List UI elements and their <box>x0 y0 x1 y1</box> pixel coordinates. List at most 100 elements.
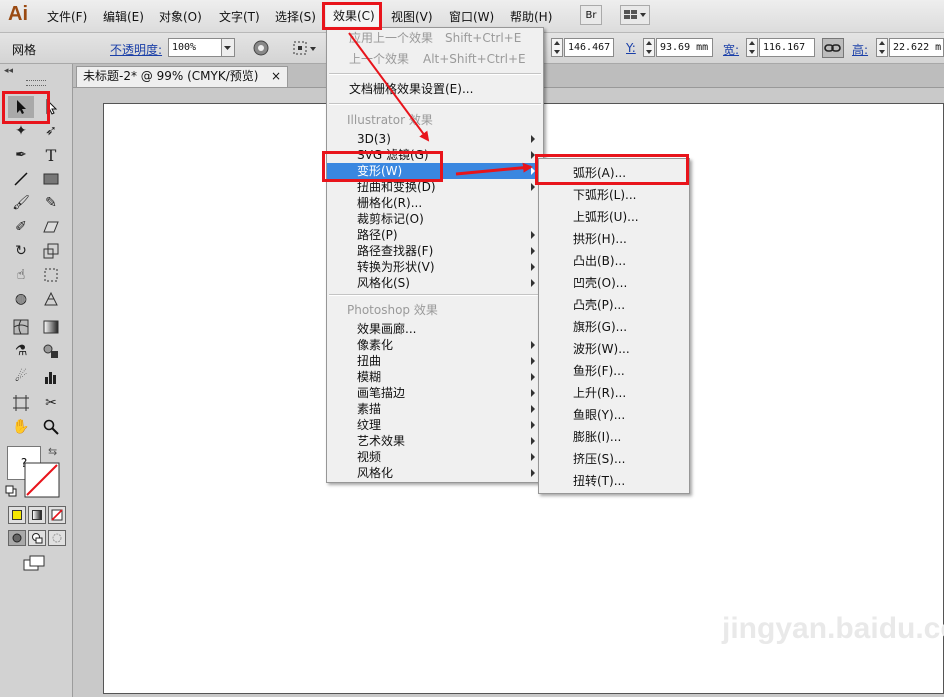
draw-inside-button[interactable] <box>48 530 66 546</box>
menu-view[interactable]: 视图(V) <box>391 8 433 25</box>
slice-tool[interactable]: ✂ <box>38 392 64 414</box>
menu-item-pathfinder[interactable]: 路径查找器(F) <box>327 243 543 259</box>
warp-item-twist[interactable]: 扭转(T)... <box>539 470 689 492</box>
warp-item-flag[interactable]: 旗形(G)... <box>539 316 689 338</box>
document-tab[interactable]: 未标题-2* @ 99% (CMYK/预览) × <box>76 66 288 87</box>
artboard-tool[interactable] <box>8 392 34 414</box>
stroke-swatch[interactable] <box>24 462 60 498</box>
menu-item-convert-to-shape[interactable]: 转换为形状(V) <box>327 259 543 275</box>
default-colors-icon[interactable] <box>5 485 17 497</box>
width-input[interactable]: 116.167 <box>759 38 815 57</box>
swap-colors-icon[interactable]: ⇆ <box>48 445 57 458</box>
line-segment-tool[interactable] <box>8 168 34 190</box>
warp-item-shell-lower[interactable]: 凹壳(O)... <box>539 272 689 294</box>
zoom-tool[interactable] <box>38 416 64 438</box>
toolbox: ◂◂ ✦ ➶ ✒ T 🖌 ✎ ✐ ↻ ☝ ◍ ⚗ ☄ ✂ ✋ ? ⇆ <box>0 64 73 697</box>
none-mode-button[interactable] <box>48 506 66 524</box>
collapse-panel-icon[interactable]: ◂◂ <box>4 66 13 76</box>
menu-item-crop-marks[interactable]: 裁剪标记(O) <box>327 211 543 227</box>
menu-separator <box>329 294 541 296</box>
draw-normal-button[interactable] <box>8 530 26 546</box>
width-label[interactable]: 宽: <box>723 41 739 58</box>
warp-item-rise[interactable]: 上升(R)... <box>539 382 689 404</box>
x-input[interactable]: 146.467 <box>564 38 614 57</box>
menu-help[interactable]: 帮助(H) <box>510 8 552 25</box>
menu-item-distort[interactable]: 扭曲 <box>327 353 543 369</box>
close-icon[interactable]: × <box>271 67 281 86</box>
rectangle-tool[interactable] <box>38 168 64 190</box>
menu-object[interactable]: 对象(O) <box>159 8 202 25</box>
column-graph-tool[interactable] <box>38 366 64 388</box>
warp-item-bulge[interactable]: 凸出(B)... <box>539 250 689 272</box>
free-transform-tool[interactable] <box>38 264 64 286</box>
hand-tool[interactable]: ✋ <box>8 416 34 438</box>
menu-item-rasterize[interactable]: 栅格化(R)... <box>327 195 543 211</box>
draw-behind-button[interactable] <box>28 530 46 546</box>
paintbrush-tool[interactable]: 🖌 <box>8 192 34 214</box>
reference-point-icon[interactable] <box>292 39 318 57</box>
menu-window[interactable]: 窗口(W) <box>449 8 494 25</box>
opacity-dropdown-button[interactable] <box>221 38 235 57</box>
warp-submenu: 弧形(A)... 下弧形(L)... 上弧形(U)... 拱形(H)... 凸出… <box>538 158 690 494</box>
arrange-documents-button[interactable] <box>620 5 650 25</box>
menu-item-3d[interactable]: 3D(3) <box>327 131 543 147</box>
menu-select[interactable]: 选择(S) <box>275 8 316 25</box>
change-screen-mode-icon[interactable] <box>23 554 47 572</box>
y-label[interactable]: Y: <box>626 41 636 55</box>
opacity-label[interactable]: 不透明度: <box>110 41 162 58</box>
menu-item-texture[interactable]: 纹理 <box>327 417 543 433</box>
scale-tool[interactable] <box>38 240 64 262</box>
menu-item-brush-strokes[interactable]: 画笔描边 <box>327 385 543 401</box>
perspective-grid-tool[interactable] <box>38 288 64 310</box>
pen-tool[interactable]: ✒ <box>8 144 34 166</box>
blend-tool[interactable] <box>38 340 64 362</box>
blob-brush-tool[interactable]: ✐ <box>8 216 34 238</box>
symbol-sprayer-tool[interactable]: ☄ <box>8 366 34 388</box>
menu-item-pixelate[interactable]: 像素化 <box>327 337 543 353</box>
warp-item-squeeze[interactable]: 挤压(S)... <box>539 448 689 470</box>
warp-item-fisheye[interactable]: 鱼眼(Y)... <box>539 404 689 426</box>
warp-tool[interactable]: ☝ <box>8 264 34 286</box>
bridge-button[interactable]: Br <box>580 5 602 25</box>
color-mode-button[interactable] <box>8 506 26 524</box>
rotate-tool[interactable]: ↻ <box>8 240 34 262</box>
x-stepper[interactable] <box>551 38 563 57</box>
gradient-mode-button[interactable] <box>28 506 46 524</box>
recolor-artwork-icon[interactable] <box>252 39 270 57</box>
eraser-tool[interactable] <box>38 216 64 238</box>
menu-item-effect-gallery[interactable]: 效果画廊... <box>327 321 543 337</box>
shape-builder-tool[interactable]: ◍ <box>8 288 34 310</box>
height-input[interactable]: 22.622 m <box>889 38 944 57</box>
warp-item-wave[interactable]: 波形(W)... <box>539 338 689 360</box>
menu-edit[interactable]: 编辑(E) <box>103 8 144 25</box>
gradient-tool[interactable] <box>38 316 64 338</box>
menu-item-document-raster-settings[interactable]: 文档栅格效果设置(E)... <box>327 81 543 97</box>
menu-item-video[interactable]: 视频 <box>327 449 543 465</box>
menu-item-path[interactable]: 路径(P) <box>327 227 543 243</box>
menu-item-sketch[interactable]: 素描 <box>327 401 543 417</box>
mesh-tool[interactable] <box>8 316 34 338</box>
menu-type[interactable]: 文字(T) <box>219 8 260 25</box>
height-label[interactable]: 高: <box>852 41 868 58</box>
y-input[interactable]: 93.69 mm <box>656 38 713 57</box>
warp-item-fish[interactable]: 鱼形(F)... <box>539 360 689 382</box>
warp-item-shell-upper[interactable]: 凸壳(P)... <box>539 294 689 316</box>
warp-item-arc-upper[interactable]: 上弧形(U)... <box>539 206 689 228</box>
menu-item-blur[interactable]: 模糊 <box>327 369 543 385</box>
menu-item-stylize-illustrator[interactable]: 风格化(S) <box>327 275 543 291</box>
warp-item-arch[interactable]: 拱形(H)... <box>539 228 689 250</box>
eyedropper-tool[interactable]: ⚗ <box>8 340 34 362</box>
width-stepper[interactable] <box>746 38 758 57</box>
pencil-tool[interactable]: ✎ <box>38 192 64 214</box>
type-tool[interactable]: T <box>38 144 64 166</box>
y-stepper[interactable] <box>643 38 655 57</box>
warp-item-inflate[interactable]: 膨胀(I)... <box>539 426 689 448</box>
warp-item-arc-lower[interactable]: 下弧形(L)... <box>539 184 689 206</box>
toolbox-grip[interactable] <box>26 80 46 86</box>
opacity-input[interactable]: 100% <box>168 38 222 57</box>
constrain-proportions-button[interactable] <box>822 38 844 58</box>
menu-item-artistic[interactable]: 艺术效果 <box>327 433 543 449</box>
height-stepper[interactable] <box>876 38 888 57</box>
menu-item-stylize-photoshop[interactable]: 风格化 <box>327 465 543 481</box>
menu-file[interactable]: 文件(F) <box>47 8 87 25</box>
